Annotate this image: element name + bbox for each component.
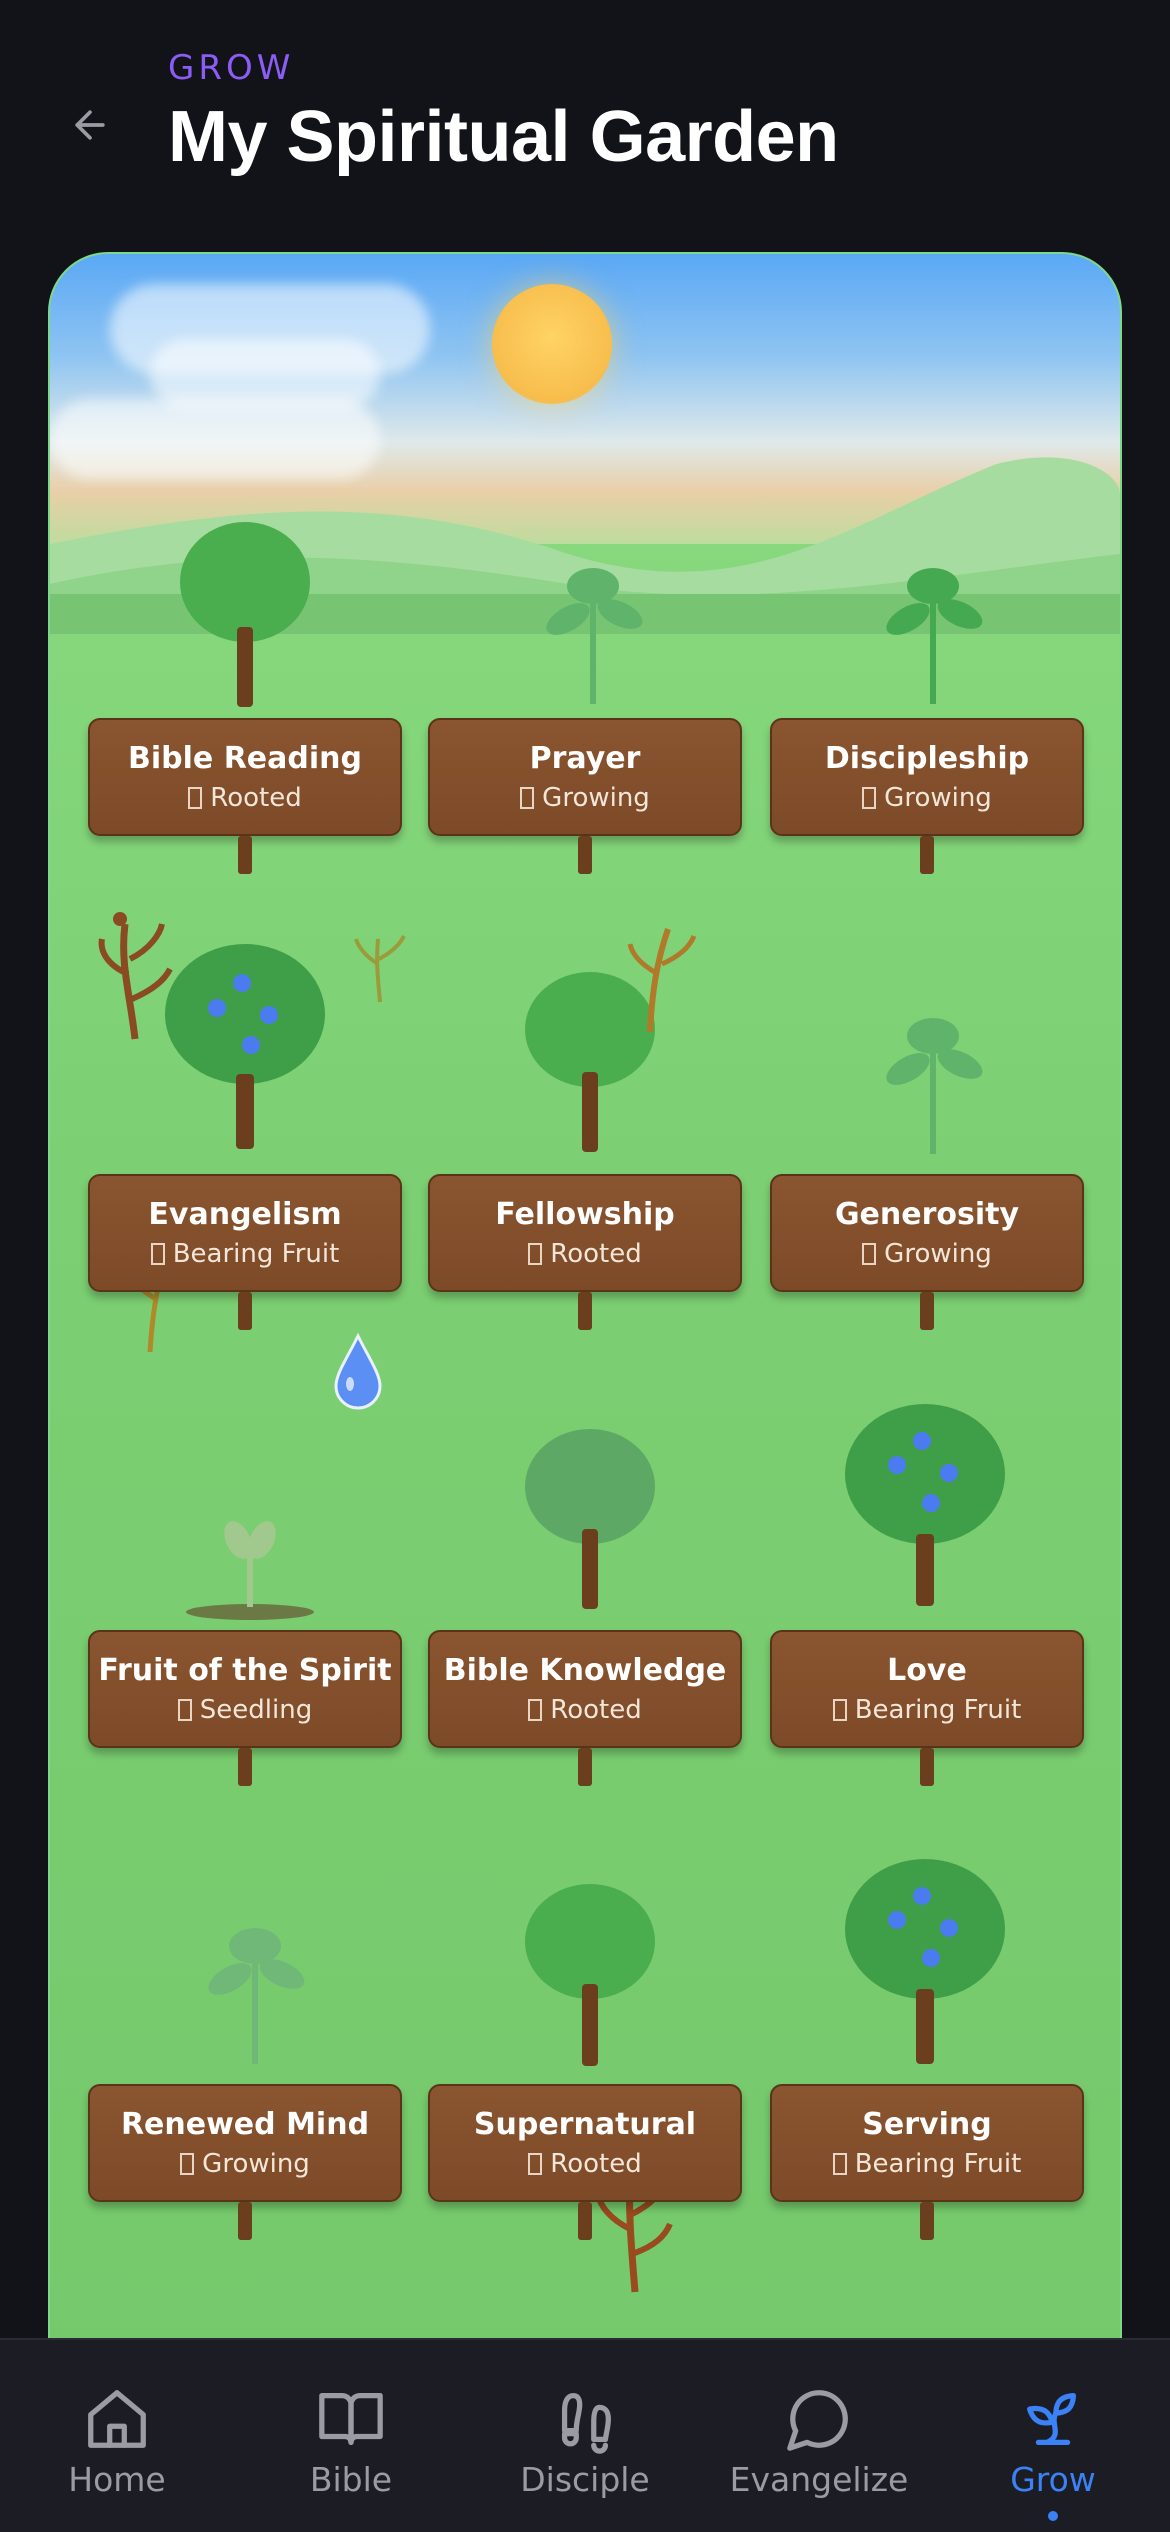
- status-icon: [528, 1699, 543, 1721]
- plant-name: Fellowship: [495, 1197, 675, 1232]
- plant-sign-discipleship[interactable]: Discipleship Growing: [770, 718, 1084, 836]
- plant-status: Rooted: [550, 2149, 642, 2179]
- weed-plant: [98, 912, 173, 1040]
- plant-status: Bearing Fruit: [854, 1695, 1022, 1725]
- plant-name: Discipleship: [824, 741, 1030, 776]
- chat-bubble-icon: [787, 2390, 848, 2451]
- nav-label: Bible: [309, 2460, 393, 2499]
- bottom-navigation: Home Bible Disciple Evangelize Grow: [0, 2338, 1170, 2532]
- plant-status: Rooted: [550, 1695, 642, 1725]
- plant-name: Serving: [862, 2107, 992, 2142]
- weed-plant: [354, 935, 406, 1003]
- home-icon: [88, 2390, 146, 2448]
- plant-name: Evangelism: [148, 1197, 342, 1232]
- plant-sign-generosity[interactable]: Generosity Growing: [770, 1174, 1084, 1292]
- sign-post: [920, 1748, 934, 1786]
- plant-status: Rooted: [210, 783, 302, 813]
- plant-name: Fruit of the Spirit: [98, 1653, 392, 1688]
- app-root: GROW My Spiritual Garden Bible Reading R…: [0, 0, 1170, 2532]
- plant-name: Supernatural: [473, 2107, 697, 2142]
- status-icon: [180, 2153, 195, 2175]
- sign-post: [578, 1748, 592, 1786]
- arrow-left-icon: [75, 110, 105, 140]
- sign-post: [920, 836, 934, 874]
- status-icon: [832, 1699, 847, 1721]
- plant-status: Seedling: [199, 1695, 313, 1725]
- status-icon: [528, 1243, 543, 1265]
- fruit-tree-plant: [840, 1404, 1010, 1614]
- footprints-icon: [561, 2393, 611, 2454]
- sign-post: [578, 836, 592, 874]
- status-icon: [832, 2153, 847, 2175]
- nav-label: Grow: [1010, 2460, 1096, 2499]
- active-indicator: [1048, 2511, 1058, 2521]
- plant-name: Renewed Mind: [120, 2107, 370, 2142]
- status-icon: [188, 787, 203, 809]
- fruit-tree-plant: [840, 1859, 1010, 2069]
- plant-status: Growing: [542, 783, 650, 813]
- sun: [492, 284, 612, 404]
- status-icon: [862, 787, 877, 809]
- status-icon: [177, 1699, 192, 1721]
- plant-sign-love[interactable]: Love Bearing Fruit: [770, 1630, 1084, 1748]
- plant-sign-serving[interactable]: Serving Bearing Fruit: [770, 2084, 1084, 2202]
- book-icon: [319, 2393, 383, 2445]
- plant-sign-evangelism[interactable]: Evangelism Bearing Fruit: [88, 1174, 402, 1292]
- status-icon: [528, 2153, 543, 2175]
- status-icon: [862, 1243, 877, 1265]
- back-button[interactable]: [60, 95, 120, 155]
- sign-post: [920, 1292, 934, 1330]
- section-label: GROW: [168, 48, 295, 88]
- sprout-plant: [200, 1924, 310, 2064]
- plant-sign-fruit-of-the-spirit[interactable]: Fruit of the Spirit Seedling: [88, 1630, 402, 1748]
- sign-post: [238, 836, 252, 874]
- plant-status: Growing: [202, 2149, 310, 2179]
- seedling-plant: [186, 1521, 314, 1620]
- plant-name: Prayer: [529, 741, 641, 776]
- tree-plant: [515, 1429, 665, 1619]
- tree-plant: [515, 1884, 665, 2074]
- sign-post: [920, 2202, 934, 2240]
- plant-name: Bible Reading: [128, 741, 362, 776]
- nav-label: Disciple: [520, 2460, 650, 2499]
- plant-name: Bible Knowledge: [443, 1653, 727, 1688]
- sign-post: [238, 2202, 252, 2240]
- garden-scene: Bible Reading Rooted Prayer Growing Disc…: [48, 252, 1122, 2532]
- status-icon: [520, 787, 535, 809]
- sprout-plant: [538, 564, 648, 704]
- sprout-icon: [1027, 2393, 1077, 2445]
- plant-name: Love: [887, 1653, 967, 1688]
- nav-label: Evangelize: [729, 2460, 909, 2499]
- nav-home[interactable]: Home: [0, 2340, 234, 2532]
- sign-post: [238, 1292, 252, 1330]
- plant-sign-bible-reading[interactable]: Bible Reading Rooted: [88, 718, 402, 836]
- plant-status: Bearing Fruit: [854, 2149, 1022, 2179]
- sprout-plant: [878, 1014, 988, 1154]
- page-title: My Spiritual Garden: [168, 97, 839, 177]
- plant-status: Growing: [884, 1239, 992, 1269]
- sign-post: [578, 1292, 592, 1330]
- fruit-tree-plant: [160, 944, 330, 1154]
- nav-disciple[interactable]: Disciple: [468, 2340, 702, 2532]
- plant-sign-prayer[interactable]: Prayer Growing: [428, 718, 742, 836]
- plant-status: Rooted: [550, 1239, 642, 1269]
- plant-status: Bearing Fruit: [172, 1239, 340, 1269]
- plant-sign-renewed-mind[interactable]: Renewed Mind Growing: [88, 2084, 402, 2202]
- plant-sign-supernatural[interactable]: Supernatural Rooted: [428, 2084, 742, 2202]
- weed-plant: [627, 928, 697, 1033]
- plant-name: Generosity: [834, 1197, 1020, 1232]
- sprout-plant: [878, 564, 988, 704]
- sign-post: [578, 2202, 592, 2240]
- nav-evangelize[interactable]: Evangelize: [702, 2340, 936, 2532]
- plant-status: Growing: [884, 783, 992, 813]
- water-drop-icon[interactable]: [332, 1332, 384, 1410]
- nav-grow[interactable]: Grow: [936, 2340, 1170, 2532]
- sign-post: [238, 1748, 252, 1786]
- nav-bible[interactable]: Bible: [234, 2340, 468, 2532]
- status-icon: [150, 1243, 165, 1265]
- tree-plant: [170, 522, 320, 712]
- plant-sign-bible-knowledge[interactable]: Bible Knowledge Rooted: [428, 1630, 742, 1748]
- plant-sign-fellowship[interactable]: Fellowship Rooted: [428, 1174, 742, 1292]
- nav-label: Home: [68, 2460, 166, 2499]
